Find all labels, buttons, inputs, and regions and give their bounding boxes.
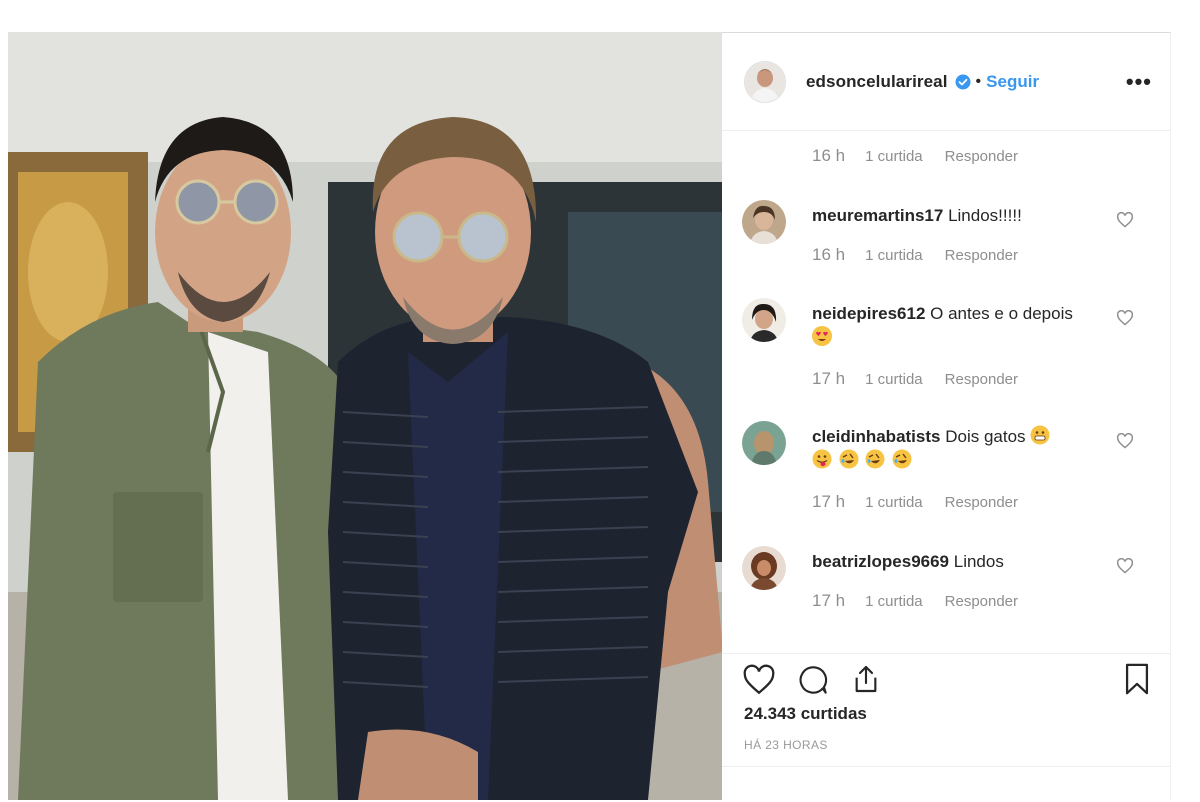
- like-comment-heart-icon[interactable]: [1116, 309, 1134, 331]
- rofl-emoji-icon: [892, 449, 912, 469]
- rofl-emoji-icon: [839, 449, 859, 469]
- heart-eyes-emoji-icon: [812, 326, 832, 346]
- commenter-avatar[interactable]: [742, 298, 786, 342]
- reply-button[interactable]: Responder: [945, 148, 1018, 165]
- comment-text: beatrizlopes9669 Lindos: [812, 550, 1102, 574]
- commenter-avatar[interactable]: [742, 200, 786, 244]
- comment-likes[interactable]: 1 curtida: [865, 371, 923, 388]
- comment-time[interactable]: 17 h: [812, 591, 845, 611]
- reply-button[interactable]: Responder: [945, 247, 1018, 264]
- rofl-emoji-icon: [865, 449, 885, 469]
- actions-divider: [722, 766, 1170, 767]
- comment-body: Lindos: [953, 552, 1004, 571]
- comment-text: meuremartins17 Lindos!!!!!: [812, 204, 1102, 228]
- comment-body: O antes e o depois: [930, 304, 1073, 323]
- commenter-username[interactable]: meuremartins17: [812, 206, 943, 225]
- reply-button[interactable]: Responder: [945, 494, 1018, 511]
- likes-count[interactable]: 24.343 curtidas: [744, 704, 867, 724]
- comments-list[interactable]: 16 h 1 curtida Responder meuremartins17 …: [722, 132, 1170, 652]
- commenter-username[interactable]: cleidinhabatists: [812, 427, 940, 446]
- comment-icon[interactable]: [796, 664, 830, 701]
- share-icon[interactable]: [850, 662, 882, 701]
- comment-body: Dois gatos: [945, 427, 1026, 446]
- verified-badge-icon: [955, 74, 971, 90]
- post-photo-illustration: [8, 32, 722, 800]
- comment-time[interactable]: 16 h: [812, 146, 845, 166]
- comment-meta: 16 h 1 curtida Responder: [812, 245, 1018, 265]
- like-comment-heart-icon[interactable]: [1116, 211, 1134, 233]
- comment-likes[interactable]: 1 curtida: [865, 494, 923, 511]
- more-options-icon[interactable]: •••: [1126, 69, 1152, 95]
- comment-time[interactable]: 16 h: [812, 245, 845, 265]
- comment-likes[interactable]: 1 curtida: [865, 593, 923, 610]
- grin-emoji-icon: [1030, 425, 1050, 445]
- comment-time[interactable]: 17 h: [812, 369, 845, 389]
- like-comment-heart-icon[interactable]: [1116, 557, 1134, 579]
- comment-time[interactable]: 17 h: [812, 492, 845, 512]
- like-comment-heart-icon[interactable]: [1116, 432, 1134, 454]
- comment-meta: 17 h 1 curtida Responder: [812, 369, 1018, 389]
- commenter-username[interactable]: neidepires612: [812, 304, 925, 323]
- post-sidebar: edsoncelularireal • Seguir ••• 16 h 1 cu…: [722, 32, 1171, 800]
- bookmark-icon[interactable]: [1122, 662, 1152, 701]
- heart-icon[interactable]: [742, 664, 776, 701]
- commenter-avatar[interactable]: [742, 421, 786, 465]
- post-photo[interactable]: [8, 32, 722, 800]
- post-header: edsoncelularireal • Seguir •••: [722, 33, 1170, 131]
- commenter-avatar[interactable]: [742, 546, 786, 590]
- comment-meta: 17 h 1 curtida Responder: [812, 591, 1018, 611]
- comment-likes[interactable]: 1 curtida: [865, 148, 923, 165]
- reply-button[interactable]: Responder: [945, 593, 1018, 610]
- post-actions: 24.343 curtidas HÁ 23 HORAS: [722, 653, 1170, 802]
- comment-likes[interactable]: 1 curtida: [865, 247, 923, 264]
- author-username[interactable]: edsoncelularireal: [806, 72, 948, 92]
- follow-button[interactable]: Seguir: [986, 72, 1039, 92]
- comment-meta: 17 h 1 curtida Responder: [812, 492, 1018, 512]
- author-avatar[interactable]: [744, 60, 786, 103]
- tongue-emoji-icon: [812, 449, 832, 469]
- post-timestamp: HÁ 23 HORAS: [744, 738, 828, 752]
- header-separator: •: [975, 72, 982, 90]
- comment-meta: 16 h 1 curtida Responder: [812, 146, 1018, 166]
- comment-text: cleidinhabatists Dois gatos: [812, 425, 1102, 473]
- reply-button[interactable]: Responder: [945, 371, 1018, 388]
- comment-text: neidepires612 O antes e o depois: [812, 302, 1102, 350]
- comment-body: Lindos!!!!!: [948, 206, 1022, 225]
- commenter-username[interactable]: beatrizlopes9669: [812, 552, 949, 571]
